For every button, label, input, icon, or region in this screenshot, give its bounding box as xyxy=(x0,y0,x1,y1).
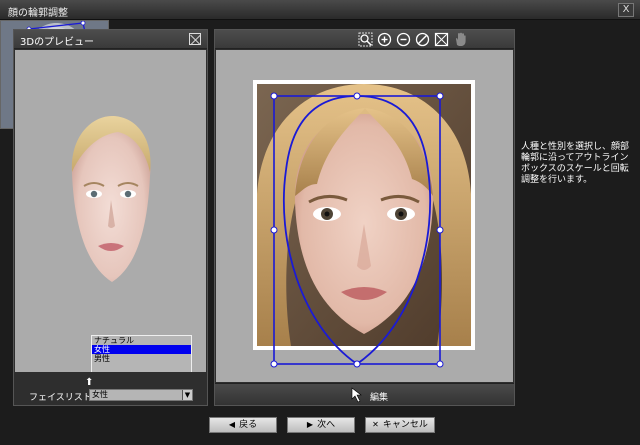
edit-panel: 編集 xyxy=(214,29,515,406)
title-bar: 顔の輪郭調整 X xyxy=(0,0,640,20)
face-select[interactable]: 女性 ▼ xyxy=(89,389,193,401)
edit-status-bar: 編集 xyxy=(215,383,514,405)
preview-panel-title: 3Dのプレビュー xyxy=(20,37,95,48)
fit-icon[interactable] xyxy=(434,32,449,47)
chevron-down-icon[interactable]: ▼ xyxy=(182,390,192,400)
zoom-fit-icon[interactable] xyxy=(358,32,373,47)
reset-icon[interactable] xyxy=(415,32,430,47)
close-button[interactable]: X xyxy=(618,3,634,17)
cursor-icon xyxy=(351,387,362,403)
cancel-button[interactable]: ✕ キャンセル xyxy=(365,417,435,433)
contour-outline-box[interactable] xyxy=(216,50,513,382)
cancel-button-label: キャンセル xyxy=(382,420,428,430)
face-list[interactable]: ナチュラル 女性 男性 xyxy=(91,335,192,372)
back-button-label: 戻る xyxy=(239,420,258,430)
arrow-up-icon: ⬆ xyxy=(85,377,94,388)
face-option-male[interactable]: 男性 xyxy=(92,354,191,363)
edit-toolbar xyxy=(358,32,468,47)
edit-viewport[interactable] xyxy=(216,50,513,382)
next-button[interactable]: ▶ 次へ xyxy=(287,417,355,433)
arrow-right-icon: ▶ xyxy=(306,420,314,429)
pan-hand-icon[interactable] xyxy=(453,32,468,47)
edit-status-label: 編集 xyxy=(370,393,389,403)
help-text: 人種と性別を選択し、顔部輪郭に沿ってアウトラインボックスのスケールと回転調整を行… xyxy=(521,142,630,185)
face-select-value: 女性 xyxy=(92,390,108,399)
window-title: 顔の輪郭調整 xyxy=(8,8,68,19)
zoom-out-icon[interactable] xyxy=(396,32,411,47)
back-button[interactable]: ◀ 戻る xyxy=(209,417,277,433)
cancel-x-icon: ✕ xyxy=(372,420,379,429)
face-option-female[interactable]: 女性 xyxy=(92,345,191,354)
dialog-body: 3Dのプレビュー ナチュラル 女性 男性 ⬆ フェイスリスト 女性 ▼ 編集 人… xyxy=(0,20,640,445)
arrow-left-icon: ◀ xyxy=(228,420,236,429)
zoom-in-icon[interactable] xyxy=(377,32,392,47)
face-list-label: フェイスリスト xyxy=(29,393,92,403)
preview-viewport[interactable]: ナチュラル 女性 男性 xyxy=(15,50,206,372)
face-preview-3d xyxy=(71,116,151,282)
edit-panel-header xyxy=(215,30,514,49)
preview-panel: 3Dのプレビュー ナチュラル 女性 男性 ⬆ フェイスリスト 女性 ▼ xyxy=(13,29,208,406)
face-option-natural[interactable]: ナチュラル xyxy=(92,336,191,345)
preview-panel-header: 3Dのプレビュー xyxy=(14,30,207,49)
next-button-label: 次へ xyxy=(317,420,336,430)
preview-fit-icon[interactable] xyxy=(189,33,201,45)
